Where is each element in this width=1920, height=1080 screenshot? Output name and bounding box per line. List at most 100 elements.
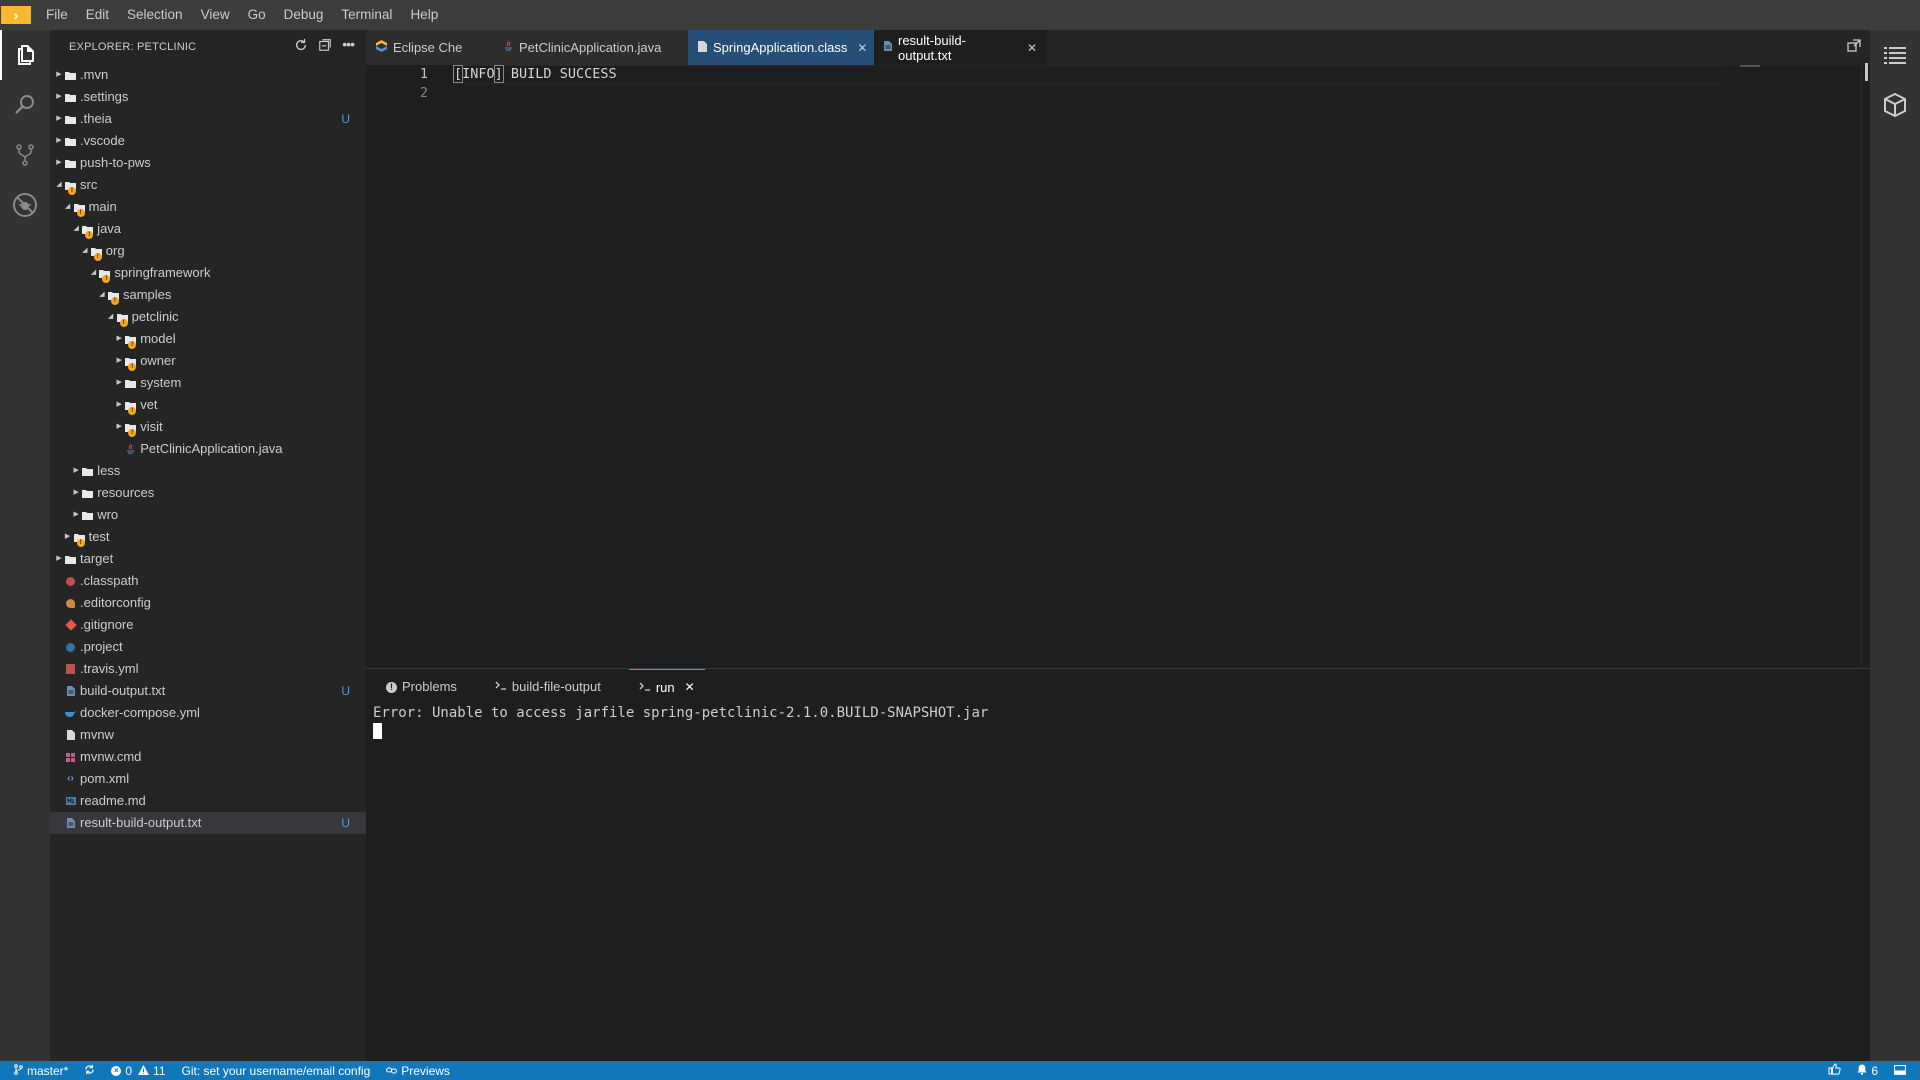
menu-terminal[interactable]: Terminal (332, 0, 401, 30)
tab-springapplication-class[interactable]: SpringApplication.class ✕ (688, 30, 874, 65)
chevron-right-icon[interactable]: ▶ (114, 350, 124, 372)
branch-status[interactable]: master* (0, 1064, 76, 1078)
files-icon[interactable] (0, 30, 50, 80)
chevron-right-icon[interactable]: ▶ (54, 130, 64, 152)
chevron-right-icon[interactable]: ▶ (71, 482, 81, 504)
tab-eclipse-che[interactable]: Eclipse Che (366, 30, 494, 65)
tree-folder-theia[interactable]: ▶ .theia U (50, 108, 366, 130)
che-logo-icon[interactable]: › (1, 6, 31, 24)
tree-folder-vscode[interactable]: ▶ .vscode (50, 130, 366, 152)
previews-button[interactable]: Previews (378, 1064, 458, 1078)
collapse-all-icon[interactable] (318, 38, 332, 55)
chevron-right-icon[interactable]: ▶ (71, 460, 81, 482)
tree-file-docker-compose-yml[interactable]: docker-compose.yml (50, 702, 366, 724)
tree-folder-push-to-pws[interactable]: ▶ push-to-pws (50, 152, 366, 174)
tree-folder-target[interactable]: ▶ target (50, 548, 366, 570)
tree-folder-src[interactable]: ◢! src (50, 174, 366, 196)
tree-folder-petclinic[interactable]: ◢! petclinic (50, 306, 366, 328)
chevron-right-icon[interactable]: ▶ (54, 548, 64, 570)
chevron-right-icon[interactable]: ▶ (114, 394, 124, 416)
tree-file-petclinicapplication-java[interactable]: PetClinicApplication.java (50, 438, 366, 460)
tree-folder-main[interactable]: ◢! main (50, 196, 366, 218)
tree-file-result-build-output-txt[interactable]: result-build-output.txt U (50, 812, 366, 834)
tree-folder-model[interactable]: ▶! model (50, 328, 366, 350)
chevron-right-icon[interactable]: ▶ (63, 526, 73, 548)
tree-file-gitignore[interactable]: .gitignore (50, 614, 366, 636)
chevron-right-icon[interactable]: ▶ (54, 64, 64, 86)
tree-file-mvnw[interactable]: mvnw (50, 724, 366, 746)
chevron-right-icon[interactable]: ▶ (114, 372, 124, 394)
source-control-icon[interactable] (0, 130, 50, 180)
chevron-down-icon[interactable]: ◢ (63, 196, 73, 218)
panel-tab-run[interactable]: run ✕ (628, 669, 705, 704)
tree-folder-java[interactable]: ◢! java (50, 218, 366, 240)
tree-folder-org[interactable]: ◢! org (50, 240, 366, 262)
tree-file-project[interactable]: .project (50, 636, 366, 658)
outline-icon[interactable] (1870, 30, 1920, 80)
tree-folder-springframework[interactable]: ◢! springframework (50, 262, 366, 284)
panel-tab-build-file-output[interactable]: build-file-output (485, 669, 611, 704)
problems-status[interactable]: × 0 11 (103, 1064, 173, 1078)
chevron-right-icon[interactable]: ▶ (54, 108, 64, 130)
tree-folder-resources[interactable]: ▶ resources (50, 482, 366, 504)
chevron-right-icon[interactable]: ▶ (71, 504, 81, 526)
tree-file-build-output-txt[interactable]: build-output.txt U (50, 680, 366, 702)
tree-file-travis-yml[interactable]: .travis.yml (50, 658, 366, 680)
tree-file-mvnw-cmd[interactable]: mvnw.cmd (50, 746, 366, 768)
tree-file-readme-md[interactable]: readme.md (50, 790, 366, 812)
tree-folder-samples[interactable]: ◢! samples (50, 284, 366, 306)
menu-view[interactable]: View (192, 0, 239, 30)
chevron-down-icon[interactable]: ◢ (71, 218, 81, 240)
tree-file-classpath[interactable]: .classpath (50, 570, 366, 592)
chevron-right-icon[interactable]: ▶ (114, 416, 124, 438)
chevron-right-icon[interactable]: ▶ (114, 328, 124, 350)
menu-edit[interactable]: Edit (77, 0, 118, 30)
feedback-button[interactable] (1820, 1063, 1849, 1078)
code-editor[interactable]: 1 [INFO] BUILD SUCCESS 2 (366, 65, 1861, 668)
more-actions-icon[interactable]: ••• (342, 37, 355, 55)
menu-debug[interactable]: Debug (275, 0, 333, 30)
logo-glyph: › (13, 7, 19, 23)
tree-folder-vet[interactable]: ▶! vet (50, 394, 366, 416)
tab-result-build-output-txt[interactable]: result-build-output.txt ✕ (874, 30, 1047, 65)
tree-file-pom-xml[interactable]: ‹› pom.xml (50, 768, 366, 790)
minimap-slider[interactable] (1865, 63, 1868, 81)
chevron-right-icon[interactable]: ▶ (54, 152, 64, 174)
editor-scrollbar[interactable] (1861, 65, 1870, 668)
chevron-down-icon[interactable]: ◢ (80, 240, 90, 262)
plugins-cube-icon[interactable] (1870, 80, 1920, 130)
chevron-down-icon[interactable]: ◢ (106, 306, 116, 328)
close-icon[interactable]: ✕ (1027, 41, 1037, 55)
close-icon[interactable]: ✕ (857, 41, 867, 55)
tree-folder-visit[interactable]: ▶! visit (50, 416, 366, 438)
debug-icon[interactable] (0, 180, 50, 230)
panel-tab-problems[interactable]: ! Problems (376, 669, 467, 704)
notifications-button[interactable]: 6 (1849, 1064, 1886, 1078)
git-config-message[interactable]: Git: set your username/email config (174, 1064, 379, 1078)
open-preview-icon[interactable] (1846, 38, 1862, 57)
menu-file[interactable]: File (37, 0, 77, 30)
tree-file-editorconfig[interactable]: .editorconfig (50, 592, 366, 614)
chevron-right-icon[interactable]: ▶ (54, 86, 64, 108)
tab-petclinicapplication-java[interactable]: PetClinicApplication.java (494, 30, 688, 65)
terminal-output[interactable]: Error: Unable to access jarfile spring-p… (373, 705, 988, 744)
tree-folder-less[interactable]: ▶ less (50, 460, 366, 482)
search-icon[interactable] (0, 80, 50, 130)
tree-folder-settings[interactable]: ▶ .settings (50, 86, 366, 108)
menu-help[interactable]: Help (401, 0, 447, 30)
close-icon[interactable]: ✕ (685, 680, 695, 694)
chevron-down-icon[interactable]: ◢ (54, 174, 64, 196)
tree-folder-test[interactable]: ▶! test (50, 526, 366, 548)
refresh-icon[interactable] (294, 38, 308, 55)
chevron-down-icon[interactable]: ◢ (88, 262, 98, 284)
tree-folder-owner[interactable]: ▶! owner (50, 350, 366, 372)
sync-button[interactable] (76, 1064, 103, 1078)
tree-item-label: push-to-pws (80, 155, 151, 170)
tree-folder-wro[interactable]: ▶ wro (50, 504, 366, 526)
toggle-panel-button[interactable] (1886, 1064, 1920, 1078)
menu-go[interactable]: Go (239, 0, 275, 30)
chevron-down-icon[interactable]: ◢ (97, 284, 107, 306)
menu-selection[interactable]: Selection (118, 0, 192, 30)
tree-folder-system[interactable]: ▶ system (50, 372, 366, 394)
tree-folder-mvn[interactable]: ▶ .mvn (50, 64, 366, 86)
